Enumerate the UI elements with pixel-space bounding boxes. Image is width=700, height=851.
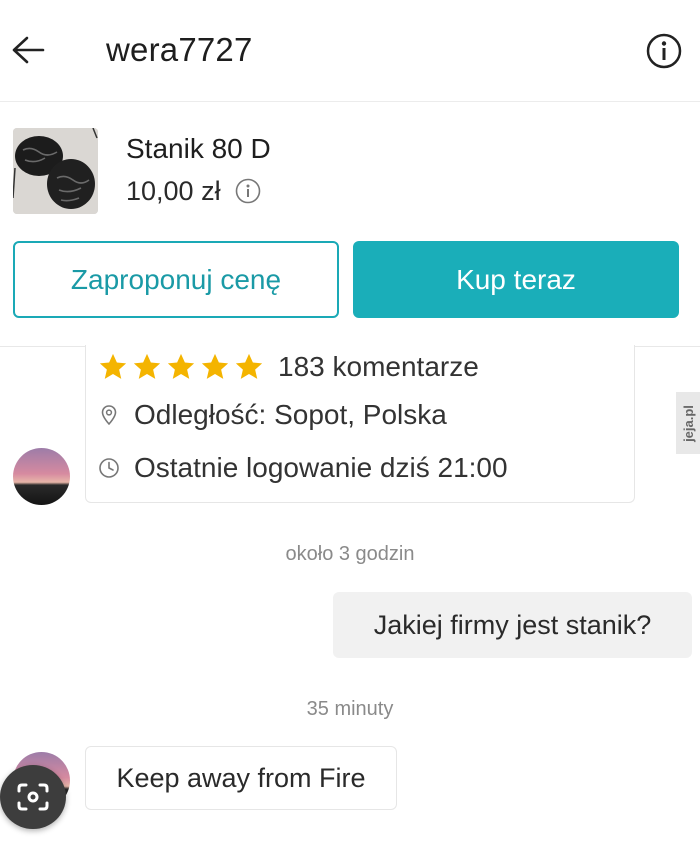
star-icon [133, 353, 161, 379]
back-button[interactable] [8, 30, 48, 70]
star-icon [99, 353, 127, 379]
last-login-text: Ostatnie logowanie dziś 21:00 [134, 452, 508, 483]
camera-search-icon [17, 783, 49, 811]
message-bubble-incoming[interactable]: Keep away from Fire [85, 746, 397, 810]
buy-now-button[interactable]: Kup teraz [353, 241, 679, 318]
watermark-text: jeja.pl [680, 404, 696, 442]
product-price-row: 10,00 zł [126, 174, 261, 208]
location-text: Odległość: Sopot, Polska [134, 399, 447, 430]
product-price: 10,00 zł [126, 176, 221, 206]
product-summary: Stanik 80 D 10,00 zł Zaproponuj cenę Kup… [0, 102, 700, 347]
site-watermark: jeja.pl [676, 392, 700, 454]
last-login-row: Ostatnie logowanie dziś 21:00 [98, 452, 508, 484]
message-timestamp: 35 minuty [306, 698, 394, 720]
seller-avatar[interactable] [13, 448, 70, 505]
seller-profile-card: 183 komentarze Odległość: Sopot, Polska … [85, 345, 635, 503]
rating-row[interactable]: 183 komentarze [98, 351, 479, 383]
image-search-button[interactable] [0, 765, 66, 829]
info-circle-icon [646, 33, 682, 69]
info-button[interactable] [646, 33, 682, 69]
star-icon [201, 353, 229, 379]
chat-username[interactable]: wera7727 [106, 30, 253, 70]
star-icon [235, 353, 263, 379]
message-bubble-outgoing[interactable]: Jakiej firmy jest stanik? [333, 592, 692, 658]
clock-icon [99, 458, 119, 478]
star-icon [167, 353, 195, 379]
chat-header: wera7727 [0, 0, 700, 102]
review-count: 183 komentarze [278, 351, 479, 382]
price-info-icon[interactable] [235, 178, 261, 204]
message-timestamp: około 3 godzin [285, 543, 415, 565]
product-title: Stanik 80 D [126, 133, 271, 164]
product-thumbnail[interactable] [13, 128, 98, 214]
location-row: Odległość: Sopot, Polska [98, 399, 447, 431]
arrow-left-icon [12, 36, 45, 64]
location-pin-icon [101, 405, 117, 426]
make-offer-button[interactable]: Zaproponuj cenę [13, 241, 339, 318]
